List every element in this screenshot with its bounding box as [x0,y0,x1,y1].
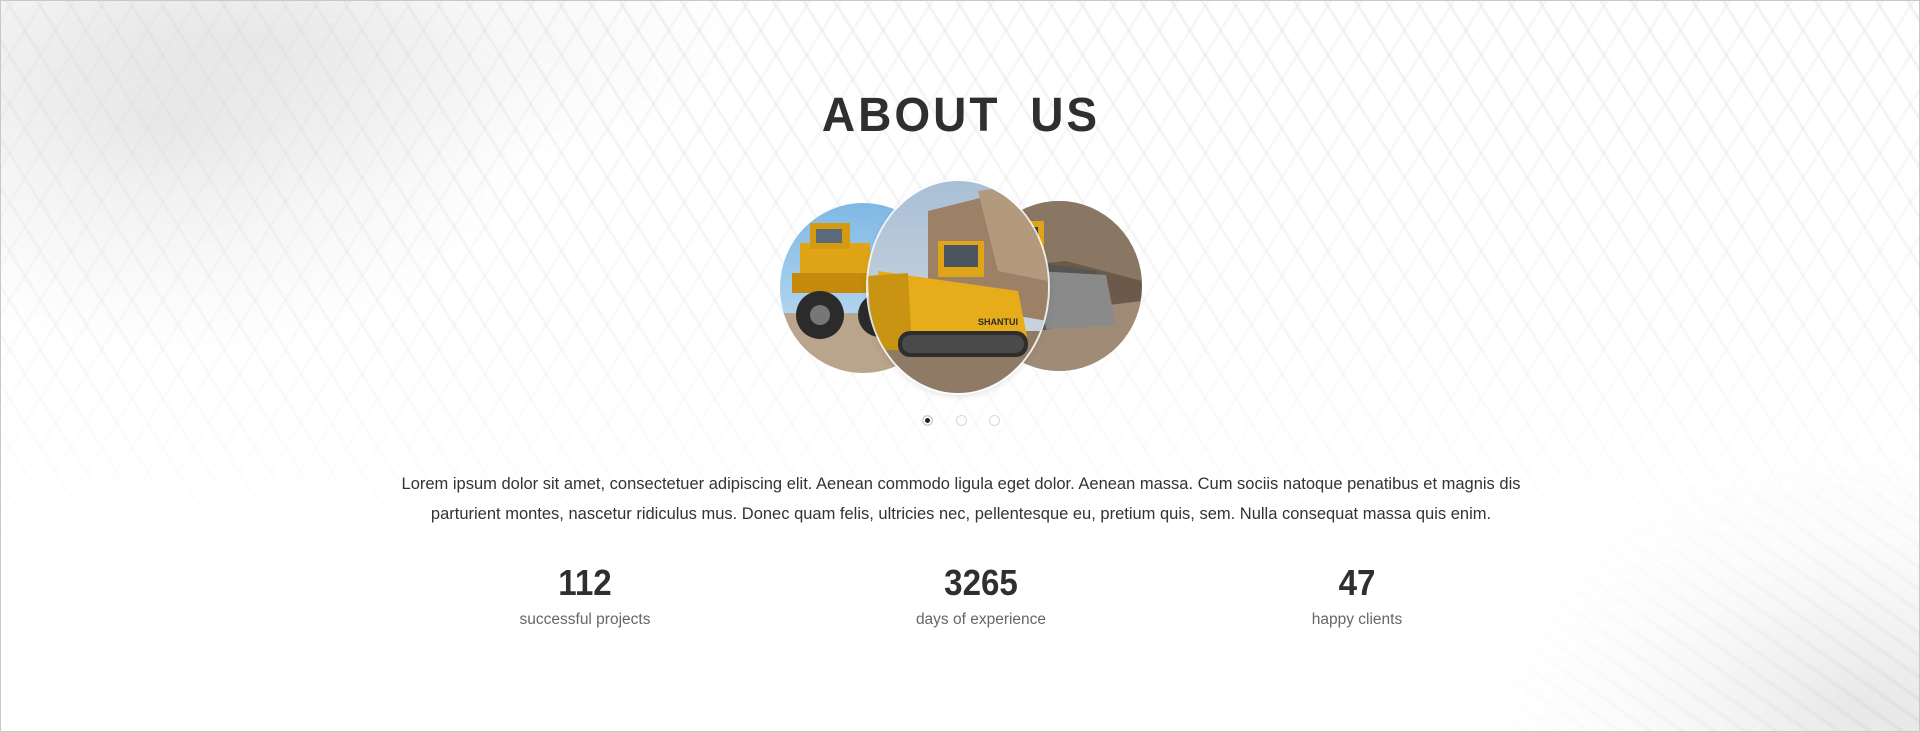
stat-label: successful projects [519,611,651,628]
machine-brand-text: SHANTUI [978,317,1018,327]
stat-value: 112 [558,562,612,603]
stat-label: happy clients [1311,611,1403,628]
about-us-section: ABOUT US SHANTUI Lorem ipsum dolor sit a… [1,1,1919,731]
carousel-dot-2[interactable] [955,415,967,426]
stat-value: 47 [1338,562,1376,603]
image-carousel[interactable]: SHANTUI [776,181,1146,396]
carousel-pagination [1,413,1920,431]
stat-days-of-experience: 3265 days of experience [831,561,1131,629]
stat-value: 3265 [944,562,1018,603]
stats-row: 112 successful projects 3265 days of exp… [1,561,1920,661]
stat-successful-projects: 112 successful projects [435,561,735,629]
stat-happy-clients: 47 happy clients [1207,561,1507,629]
stat-label: days of experience [915,611,1047,628]
carousel-dot-3[interactable] [988,415,1000,426]
carousel-dot-1[interactable] [922,415,934,426]
section-title: ABOUT US [821,86,1101,142]
bulldozer-image: SHANTUI [868,181,1048,393]
about-description: Lorem ipsum dolor sit amet, consectetuer… [401,475,1521,523]
